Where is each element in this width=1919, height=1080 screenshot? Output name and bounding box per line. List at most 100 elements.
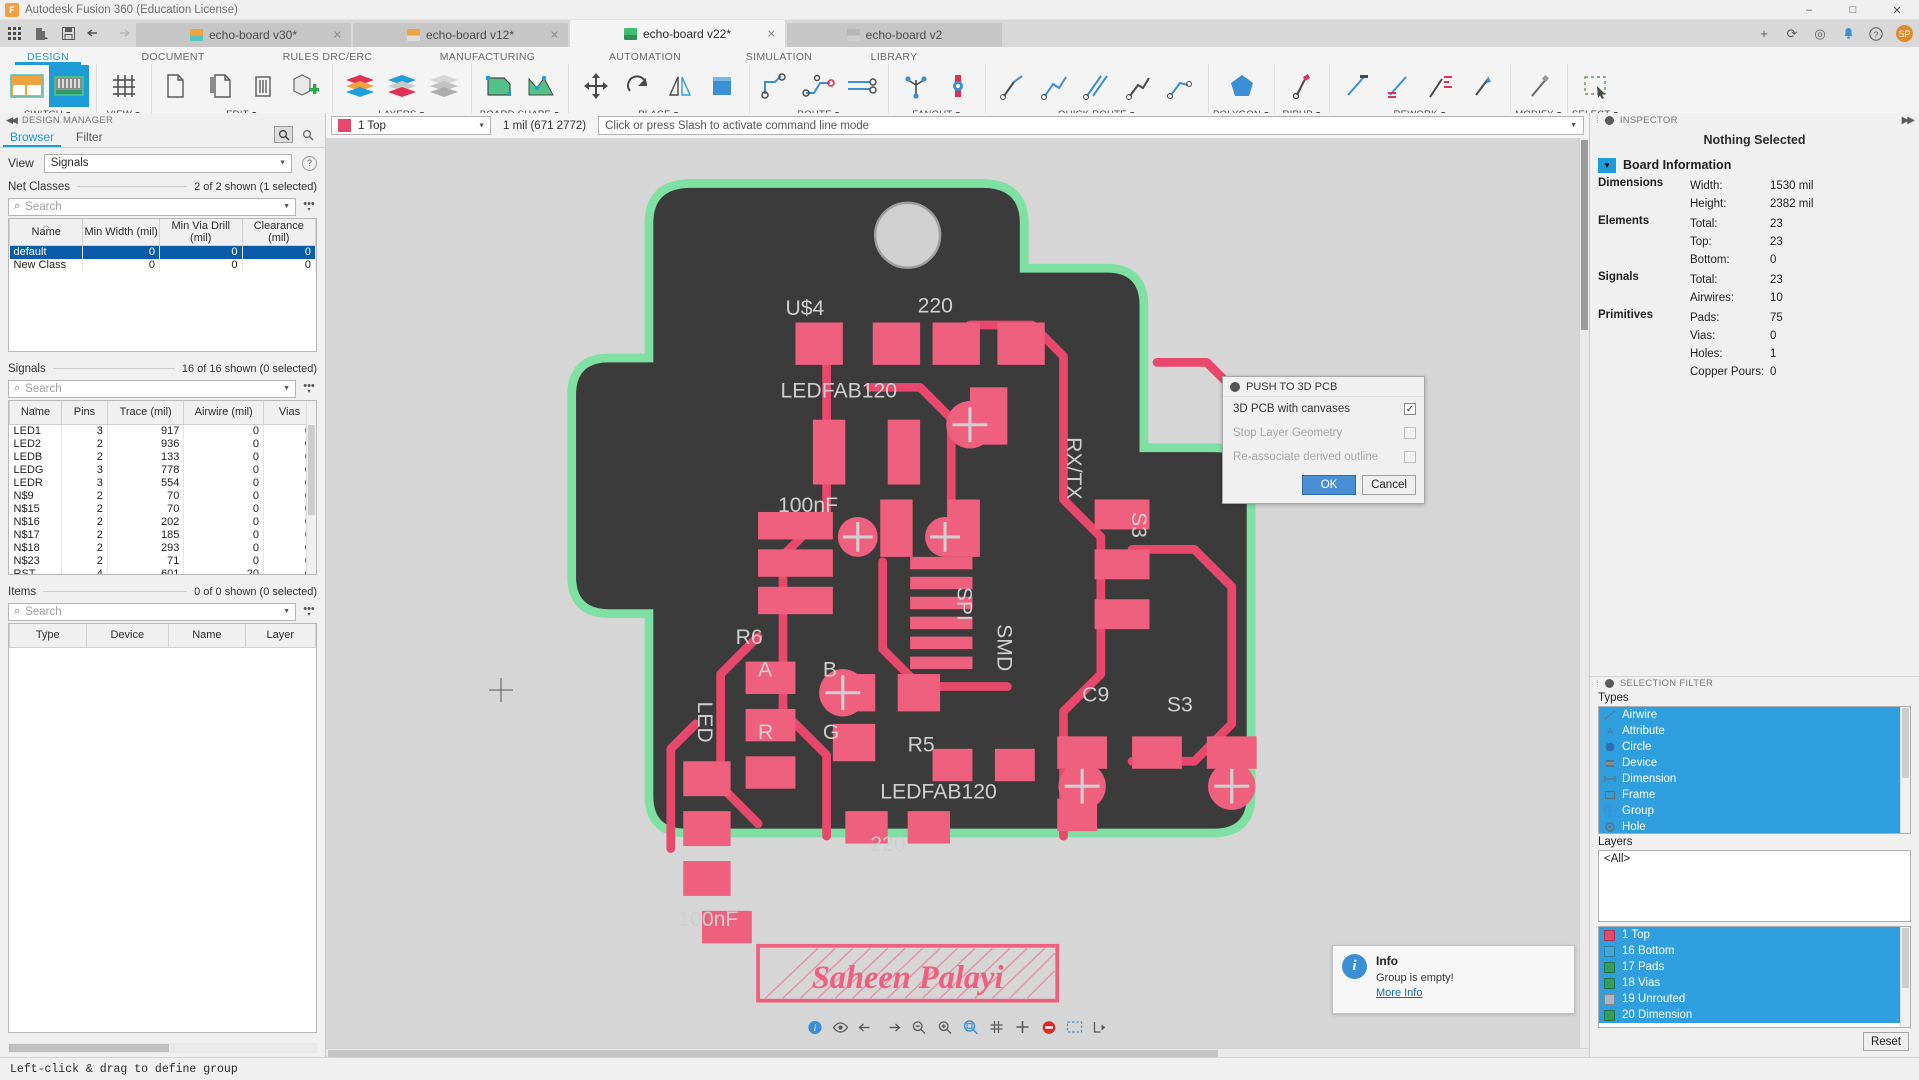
col-min-width[interactable]: Min Width (mil): [82, 219, 160, 246]
grid-toggle-icon[interactable]: [988, 1019, 1005, 1036]
col-pins[interactable]: Pins: [61, 401, 108, 425]
table-row[interactable]: LEDG377800: [9, 463, 316, 476]
canvas-vertical-scrollbar[interactable]: [1579, 138, 1589, 1048]
selection-filter-type-device[interactable]: Device: [1599, 755, 1910, 771]
rework-1-button[interactable]: [1337, 65, 1377, 107]
tab-filter[interactable]: Filter: [72, 130, 107, 147]
undo-icon[interactable]: [87, 26, 103, 42]
ribbon-tab-automation[interactable]: AUTOMATION: [570, 49, 720, 63]
cancel-button[interactable]: Cancel: [1362, 475, 1416, 495]
active-layer-select[interactable]: 1 Top ▼: [331, 116, 491, 135]
polygon-button[interactable]: [1222, 65, 1262, 107]
table-row[interactable]: N$2327100: [9, 554, 316, 567]
zoom-out-icon[interactable]: [910, 1019, 927, 1036]
stop-icon[interactable]: [1040, 1019, 1057, 1036]
select-area-icon[interactable]: [1066, 1019, 1083, 1036]
paste-button[interactable]: [201, 65, 241, 107]
selection-filter-type-circle[interactable]: Circle: [1599, 739, 1910, 755]
layer-settings-button[interactable]: [340, 65, 380, 107]
close-tab-icon[interactable]: ✕: [333, 29, 342, 42]
net-classes-search-input[interactable]: ⌕ Search ▼: [8, 197, 296, 216]
document-tab-3[interactable]: echo-board v2: [787, 23, 1002, 47]
redo-nav-icon[interactable]: [884, 1019, 901, 1036]
command-line-input[interactable]: Click or press Slash to activate command…: [598, 116, 1584, 135]
items-search-input[interactable]: ⌕ Search ▼: [8, 602, 296, 621]
table-row[interactable]: N$18229300: [9, 541, 316, 554]
dialog-row-3d-canvases[interactable]: 3D PCB with canvases ✓: [1223, 397, 1424, 421]
layer-item-20-dimension[interactable]: 20 Dimension: [1599, 1007, 1910, 1023]
help-icon[interactable]: ?: [1868, 26, 1884, 42]
minimize-button[interactable]: –: [1787, 0, 1831, 20]
zoom-to-selection-button[interactable]: [274, 126, 293, 143]
info-tool-icon[interactable]: i: [806, 1019, 823, 1036]
signals-scrollbar[interactable]: [306, 401, 316, 574]
col-type[interactable]: ︿ Type: [9, 624, 87, 648]
layer-item-18-vias[interactable]: 18 Vias: [1599, 975, 1910, 991]
canvas-horizontal-scrollbar[interactable]: [326, 1048, 1589, 1057]
modify-button[interactable]: [1519, 65, 1559, 107]
more-info-link[interactable]: More Info: [1376, 987, 1565, 999]
align-button[interactable]: [702, 65, 742, 107]
table-row[interactable]: default 0 0 0: [9, 245, 316, 259]
table-row[interactable]: LED1391700: [9, 424, 316, 437]
net-classes-options-button[interactable]: ••• ▾: [301, 198, 317, 213]
col-name[interactable]: ︿ Name: [9, 401, 63, 425]
mirror-button[interactable]: [660, 65, 700, 107]
board-profile-button[interactable]: [521, 65, 561, 107]
col-item-name[interactable]: Name: [168, 624, 246, 648]
col-trace[interactable]: Trace (mil): [106, 401, 185, 425]
tab-browser[interactable]: Browser: [2, 130, 62, 147]
route-auto-button[interactable]: [799, 65, 839, 107]
col-name[interactable]: ︿ Name: [9, 219, 84, 246]
table-row[interactable]: N$17218500: [9, 528, 316, 541]
add-nav-icon[interactable]: [1014, 1019, 1031, 1036]
table-row[interactable]: RST4601200: [9, 567, 316, 574]
move-button[interactable]: [576, 65, 616, 107]
maximize-button[interactable]: □: [1831, 0, 1875, 20]
zoom-in-icon[interactable]: [936, 1019, 953, 1036]
table-row[interactable]: N$1527000: [9, 502, 316, 515]
close-tab-icon[interactable]: ✕: [767, 27, 776, 40]
signals-options-button[interactable]: ••• ▾: [301, 380, 317, 395]
new-file-icon[interactable]: [33, 26, 49, 42]
panel-grip[interactable]: ⁞: [1596, 679, 1599, 689]
ok-button[interactable]: OK: [1302, 475, 1356, 495]
table-row[interactable]: N$927000: [9, 489, 316, 502]
add-tab-icon[interactable]: +: [1756, 26, 1772, 42]
table-row[interactable]: N$16220200: [9, 515, 316, 528]
visibility-icon[interactable]: [832, 1019, 849, 1036]
redo-icon[interactable]: [114, 26, 130, 42]
layers-all-row[interactable]: <All>: [1598, 850, 1911, 868]
close-tab-icon[interactable]: ✕: [550, 29, 559, 42]
reset-button[interactable]: Reset: [1863, 1032, 1909, 1051]
col-layer[interactable]: Layer: [244, 624, 316, 648]
selection-filter-type-hole[interactable]: Hole: [1599, 819, 1910, 833]
ribbon-tab-library[interactable]: LIBRARY: [838, 49, 950, 63]
table-row[interactable]: New Class 0 0 0: [9, 258, 316, 272]
quick-route-2-button[interactable]: [1035, 65, 1075, 107]
ribbon-tab-rules[interactable]: RULES DRC/ERC: [250, 49, 405, 63]
collapse-left-icon[interactable]: ◀◀: [6, 115, 18, 126]
layer-stack-button[interactable]: [424, 65, 464, 107]
col-min-via-drill[interactable]: Min Via Drill (mil): [158, 219, 243, 246]
document-tab-2[interactable]: echo-board v22* ✕: [570, 20, 785, 47]
types-scrollbar[interactable]: [1900, 707, 1910, 833]
quick-route-5-button[interactable]: [1161, 65, 1201, 107]
items-options-button[interactable]: ••• ▾: [301, 603, 317, 618]
delete-button[interactable]: [243, 65, 283, 107]
col-airwire[interactable]: Airwire (mil): [183, 401, 264, 425]
selection-filter-type-airwire[interactable]: Airwire: [1599, 707, 1910, 723]
collapse-triangle-icon[interactable]: ▼: [1598, 157, 1616, 173]
route-manual-button[interactable]: [757, 65, 797, 107]
quick-route-4-button[interactable]: [1119, 65, 1159, 107]
search-scope-button[interactable]: [298, 126, 317, 143]
zoom-fit-icon[interactable]: [962, 1019, 979, 1036]
globe-icon[interactable]: ◎: [1812, 26, 1828, 42]
quick-route-1-button[interactable]: [993, 65, 1033, 107]
rework-4-button[interactable]: [1463, 65, 1503, 107]
user-avatar[interactable]: SP: [1896, 25, 1913, 42]
checkbox-3d-pcb-with-canvases[interactable]: ✓: [1404, 403, 1416, 415]
selection-filter-type-dimension[interactable]: Dimension: [1599, 771, 1910, 787]
pcb-canvas[interactable]: U$4 220 LEDFAB120 100nF RX/TX SPI SMD R6…: [326, 138, 1589, 1048]
table-row[interactable]: LED2293600: [9, 437, 316, 450]
